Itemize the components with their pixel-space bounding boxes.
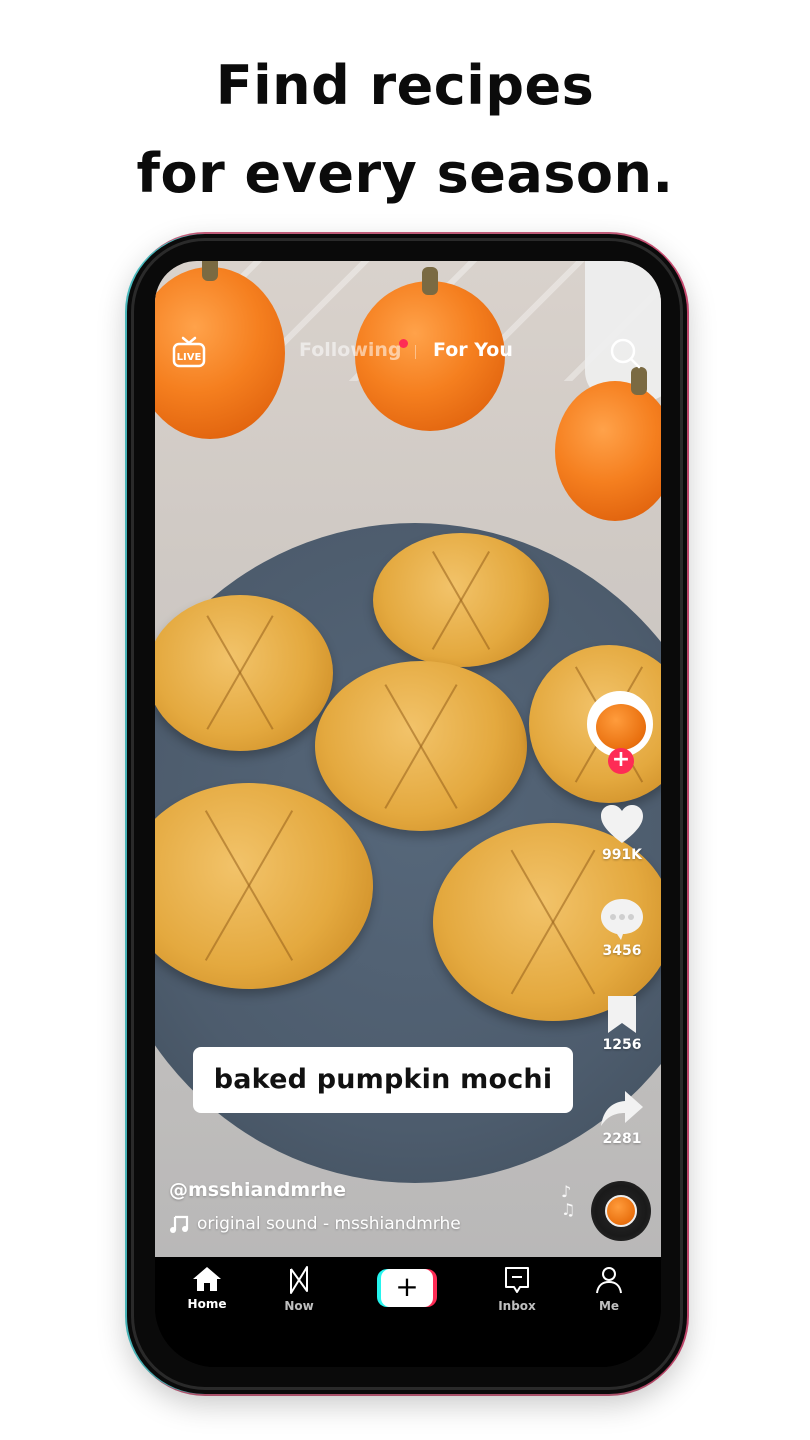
nav-inbox-label: Inbox xyxy=(498,1299,536,1313)
create-button[interactable]: + xyxy=(377,1269,437,1307)
mochi-2 xyxy=(155,595,333,751)
music-disc[interactable] xyxy=(591,1181,651,1241)
sound-label: original sound - msshiandmrhe xyxy=(197,1214,461,1234)
follow-button[interactable]: + xyxy=(608,748,634,774)
nav-now-label: Now xyxy=(284,1299,314,1313)
nav-me[interactable]: Me xyxy=(569,1265,649,1313)
like-count: 991K xyxy=(601,847,643,863)
nav-me-label: Me xyxy=(598,1299,620,1313)
music-notes-icon: ♪ ♫ xyxy=(561,1182,576,1219)
bookmark-button[interactable]: 1256 xyxy=(583,993,661,1053)
create-plus-icon: + xyxy=(381,1269,433,1307)
tab-divider xyxy=(415,345,416,359)
now-icon xyxy=(290,1266,308,1294)
home-icon xyxy=(193,1267,221,1291)
svg-text:LIVE: LIVE xyxy=(177,352,202,363)
share-button[interactable]: 2281 xyxy=(583,1089,661,1147)
live-tv-icon[interactable]: LIVE xyxy=(171,335,207,369)
tab-for-you[interactable]: For You xyxy=(433,339,513,361)
pumpkin-right xyxy=(555,367,661,521)
nav-home-label: Home xyxy=(187,1297,227,1311)
share-count: 2281 xyxy=(602,1131,642,1147)
mochi-3 xyxy=(315,661,527,831)
tab-following[interactable]: Following xyxy=(299,339,402,361)
profile-icon xyxy=(596,1267,622,1294)
creator-username[interactable]: @msshiandmrhe xyxy=(169,1179,346,1201)
nav-now[interactable]: Now xyxy=(259,1265,339,1313)
music-note-icon xyxy=(170,1215,189,1233)
headline-line-2: for every season. xyxy=(136,142,674,205)
bottom-nav: Home Now + Inbox Me xyxy=(155,1257,661,1367)
comment-button[interactable]: 3456 xyxy=(583,897,661,959)
sound-link[interactable]: original sound - msshiandmrhe xyxy=(169,1214,461,1234)
phone-screen: LIVE Following For You + 991K 3456 1256 … xyxy=(155,261,661,1367)
mochi-1 xyxy=(373,533,549,667)
comment-icon xyxy=(601,899,643,940)
notification-dot xyxy=(399,339,408,348)
headline-line-1: Find recipes xyxy=(215,54,595,117)
video-caption-overlay: baked pumpkin mochi xyxy=(193,1047,573,1113)
share-arrow-icon xyxy=(601,1091,643,1126)
nav-inbox[interactable]: Inbox xyxy=(477,1265,557,1313)
bookmark-icon xyxy=(608,996,636,1033)
promo-headline: Find recipes for every season. xyxy=(0,42,810,218)
background-jar xyxy=(585,261,661,401)
like-button[interactable]: 991K xyxy=(583,803,661,863)
bookmark-count: 1256 xyxy=(602,1037,642,1053)
search-icon[interactable] xyxy=(607,335,643,371)
comment-count: 3456 xyxy=(602,943,642,959)
nav-home[interactable]: Home xyxy=(167,1265,247,1311)
top-bar: LIVE Following For You xyxy=(155,333,661,373)
inbox-icon xyxy=(505,1267,529,1293)
heart-icon xyxy=(601,805,643,843)
